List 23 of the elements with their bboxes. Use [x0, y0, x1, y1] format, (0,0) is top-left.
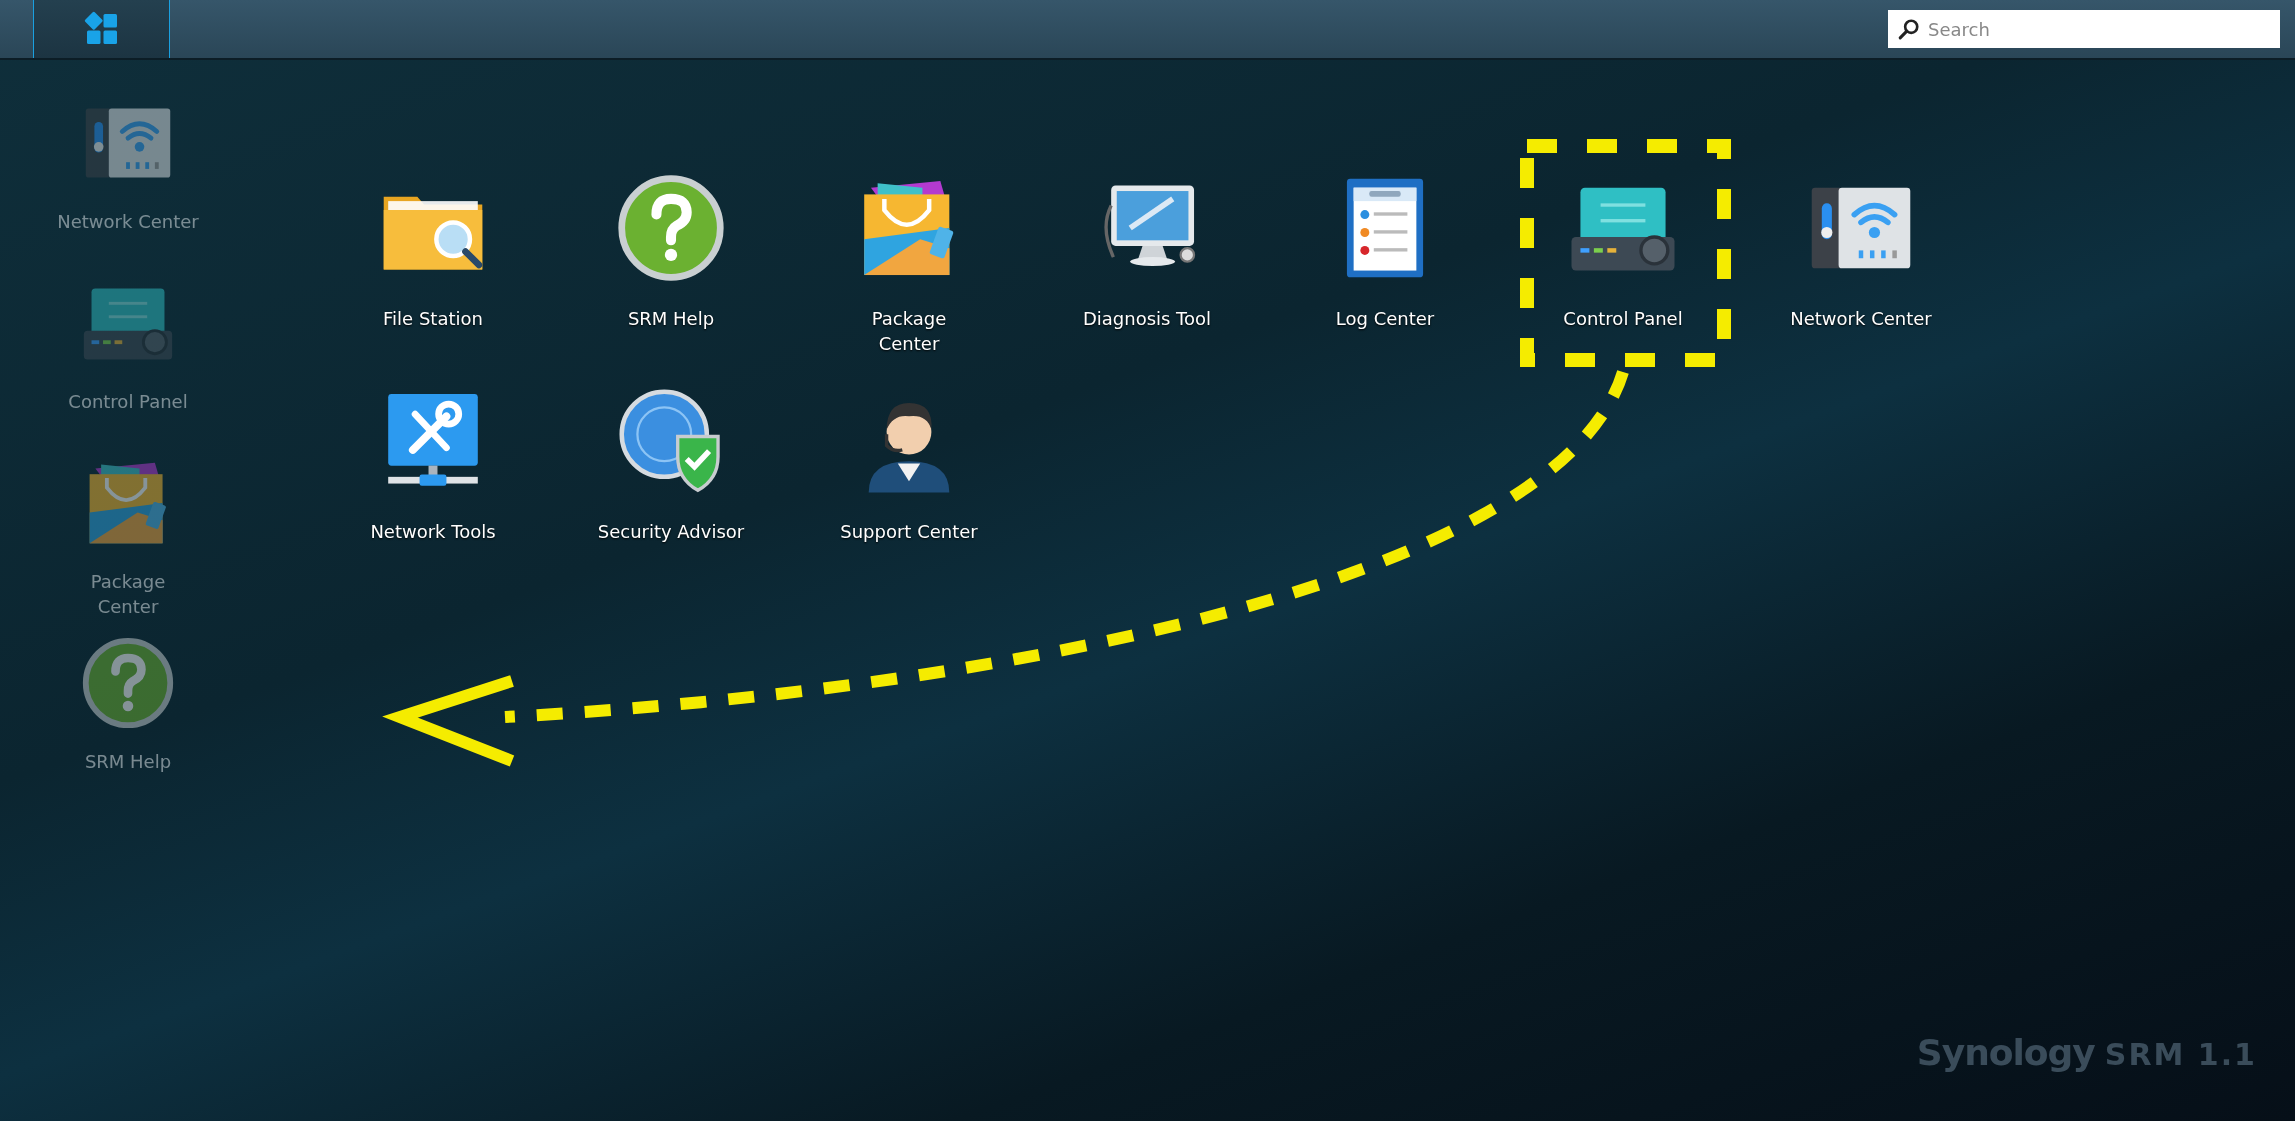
shortcut-label[interactable]: Package [90, 569, 166, 594]
app-label[interactable]: Diagnosis Tool [1082, 306, 1212, 331]
shortcut-label[interactable]: Center [97, 594, 159, 619]
app-label[interactable]: File Station [383, 306, 483, 331]
search-field[interactable]: Search [1888, 10, 2280, 48]
shortcut-label[interactable]: Network Center [57, 209, 199, 234]
app-label[interactable]: Network Center [1790, 306, 1932, 331]
product-version: SRM 1.1 [2104, 1037, 2257, 1072]
main-menu-button[interactable] [33, 0, 170, 58]
brand-logo-text: Synology [1916, 1032, 2095, 1073]
shortcut-label[interactable]: Control Panel [68, 389, 188, 414]
app-label[interactable]: Package [871, 306, 947, 331]
app-label[interactable]: Security Advisor [597, 519, 745, 544]
app-label[interactable]: SRM Help [627, 306, 715, 331]
shortcut-label[interactable]: SRM Help [84, 749, 172, 774]
app-label[interactable]: Center [878, 331, 940, 356]
app-label[interactable]: Log Center [1335, 306, 1435, 331]
help-icon [80, 635, 176, 731]
app-label[interactable]: Network Tools [370, 519, 496, 544]
app-label[interactable]: Control Panel [1563, 306, 1683, 331]
grid-icon [83, 11, 120, 47]
help-icon [615, 172, 727, 284]
app-label[interactable]: Support Center [840, 519, 978, 544]
